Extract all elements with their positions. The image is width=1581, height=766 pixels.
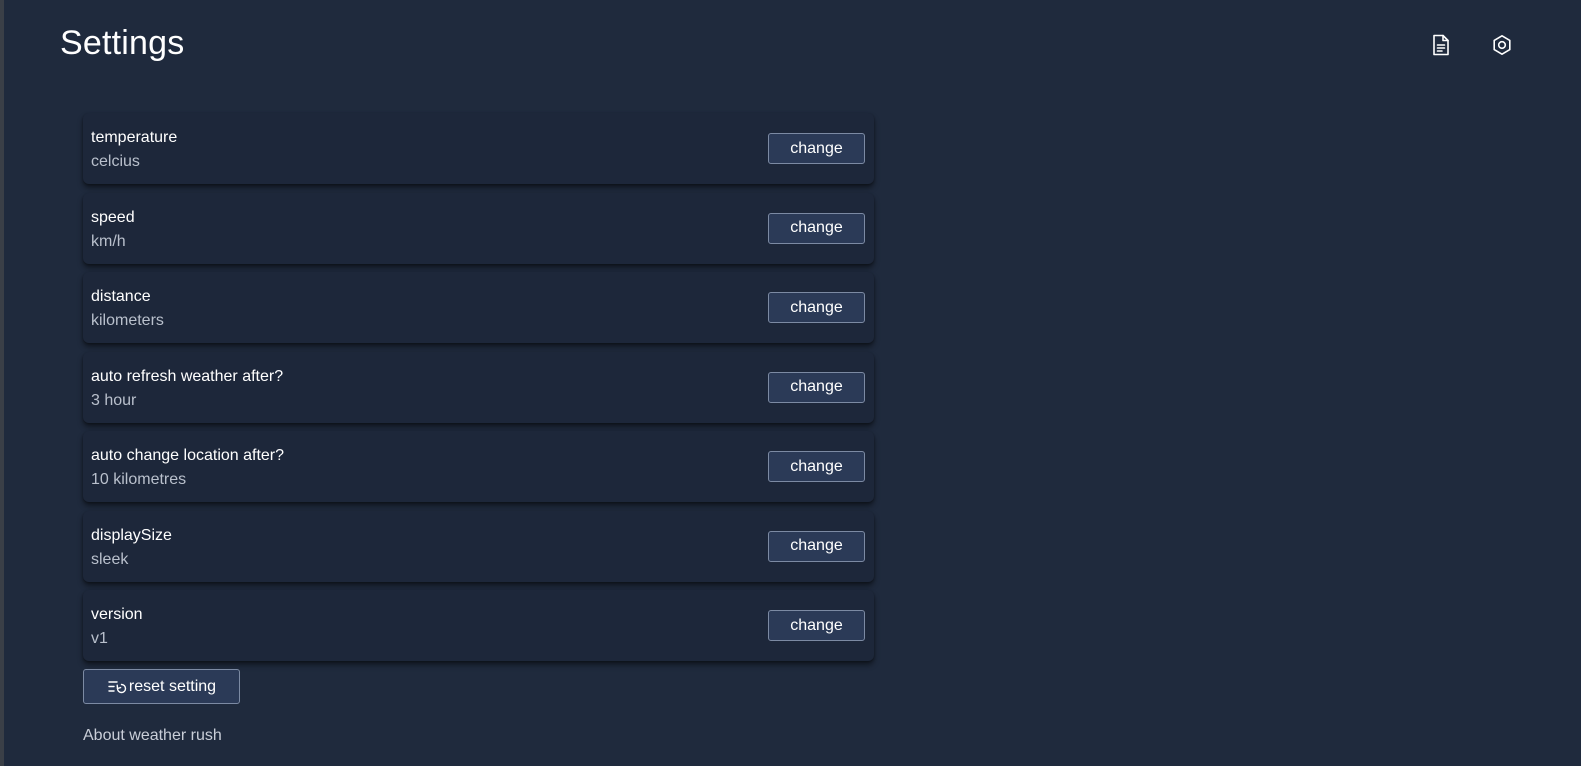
setting-value: 3 hour [91, 391, 137, 409]
change-display-size-button[interactable]: change [768, 530, 865, 562]
setting-card-auto-refresh: auto refresh weather after? 3 hour chang… [83, 351, 874, 423]
document-icon[interactable] [1429, 33, 1453, 57]
page-title: Settings [60, 24, 185, 62]
change-speed-button[interactable]: change [768, 212, 865, 244]
setting-card-temperature: temperature celcius change [83, 113, 874, 184]
setting-name: speed [91, 208, 135, 226]
change-version-button[interactable]: change [768, 610, 865, 641]
change-distance-button[interactable]: change [768, 292, 865, 323]
setting-name: auto refresh weather after? [91, 367, 284, 385]
setting-card-distance: distance kilometers change [83, 272, 874, 343]
change-auto-location-button[interactable]: change [768, 451, 865, 482]
settings-list: temperature celcius change speed km/h ch… [83, 113, 874, 670]
setting-name: distance [91, 288, 151, 305]
setting-value: 10 kilometres [91, 471, 187, 488]
setting-name: displaySize [91, 526, 172, 544]
reset-list-icon [107, 678, 129, 696]
settings-gear-icon[interactable] [1490, 33, 1514, 57]
setting-value: celcius [91, 153, 140, 170]
setting-name: auto change location after? [91, 447, 285, 464]
setting-card-speed: speed km/h change [83, 192, 874, 264]
setting-value: sleek [91, 550, 129, 568]
change-auto-refresh-button[interactable]: change [768, 371, 865, 403]
setting-card-display-size: displaySize sleek change [83, 510, 874, 582]
setting-card-version: version v1 change [83, 590, 874, 661]
about-weather-rush-link[interactable]: About weather rush [83, 727, 222, 745]
setting-card-auto-location: auto change location after? 10 kilometre… [83, 431, 874, 502]
setting-value: v1 [91, 630, 108, 647]
change-temperature-button[interactable]: change [768, 133, 865, 164]
setting-value: kilometers [91, 312, 164, 329]
window-left-edge [0, 0, 4, 766]
setting-name: version [91, 606, 143, 623]
setting-value: km/h [91, 232, 126, 250]
reset-setting-button[interactable]: reset setting [83, 669, 240, 704]
setting-name: temperature [91, 129, 178, 146]
reset-setting-label: reset setting [128, 677, 217, 695]
